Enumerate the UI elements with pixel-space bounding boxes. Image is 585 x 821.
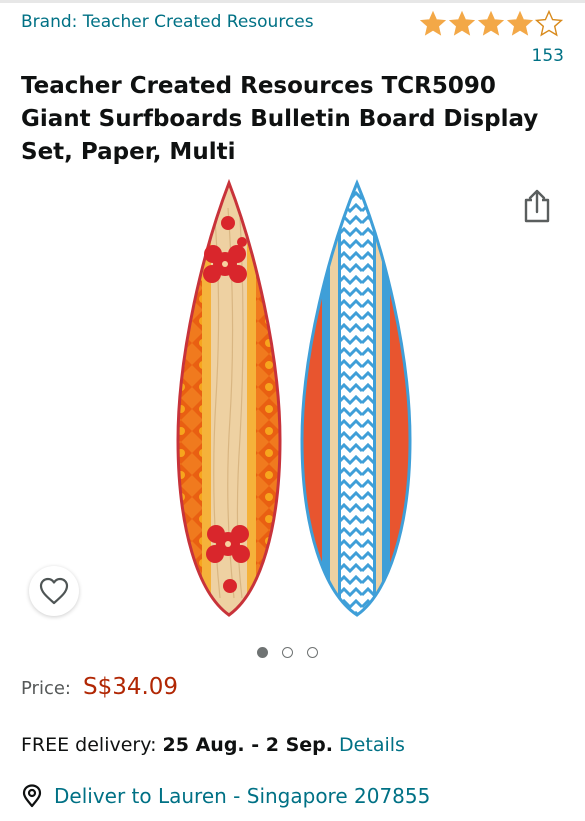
delivery-dates: 25 Aug. - 2 Sep. bbox=[162, 734, 333, 756]
star-rating[interactable] bbox=[419, 10, 564, 38]
pagination-dot[interactable] bbox=[307, 647, 318, 658]
top-divider bbox=[0, 0, 585, 3]
star-filled-icon bbox=[420, 11, 446, 36]
heart-icon bbox=[39, 577, 69, 605]
delivery-prefix: FREE delivery: bbox=[21, 734, 157, 756]
wishlist-button[interactable] bbox=[29, 566, 79, 616]
price-row: Price: S$34.09 bbox=[21, 674, 178, 700]
deliver-to-location[interactable]: Deliver to Lauren - Singapore 207855 bbox=[21, 784, 430, 808]
price-label: Price: bbox=[21, 678, 71, 699]
product-title: Teacher Created Resources TCR5090 Giant … bbox=[21, 73, 539, 165]
star-filled-icon bbox=[478, 11, 504, 36]
price-value: S$34.09 bbox=[82, 674, 179, 700]
pagination-dot[interactable] bbox=[282, 647, 293, 658]
deliver-to-label: Deliver to Lauren - Singapore 207855 bbox=[54, 784, 431, 808]
star-filled-icon bbox=[449, 11, 475, 36]
star-empty-icon bbox=[535, 10, 563, 36]
review-count[interactable]: 153 bbox=[532, 46, 564, 66]
product-image[interactable] bbox=[170, 178, 420, 620]
location-pin-icon bbox=[22, 784, 42, 808]
delivery-info: FREE delivery: 25 Aug. - 2 Sep. Details bbox=[21, 734, 405, 756]
share-icon[interactable] bbox=[522, 188, 552, 224]
star-filled-icon bbox=[507, 11, 533, 36]
image-pagination bbox=[257, 647, 318, 658]
pagination-dot[interactable] bbox=[257, 647, 268, 658]
brand-link[interactable]: Brand: Teacher Created Resources bbox=[21, 12, 314, 32]
delivery-details-link[interactable]: Details bbox=[339, 734, 405, 756]
